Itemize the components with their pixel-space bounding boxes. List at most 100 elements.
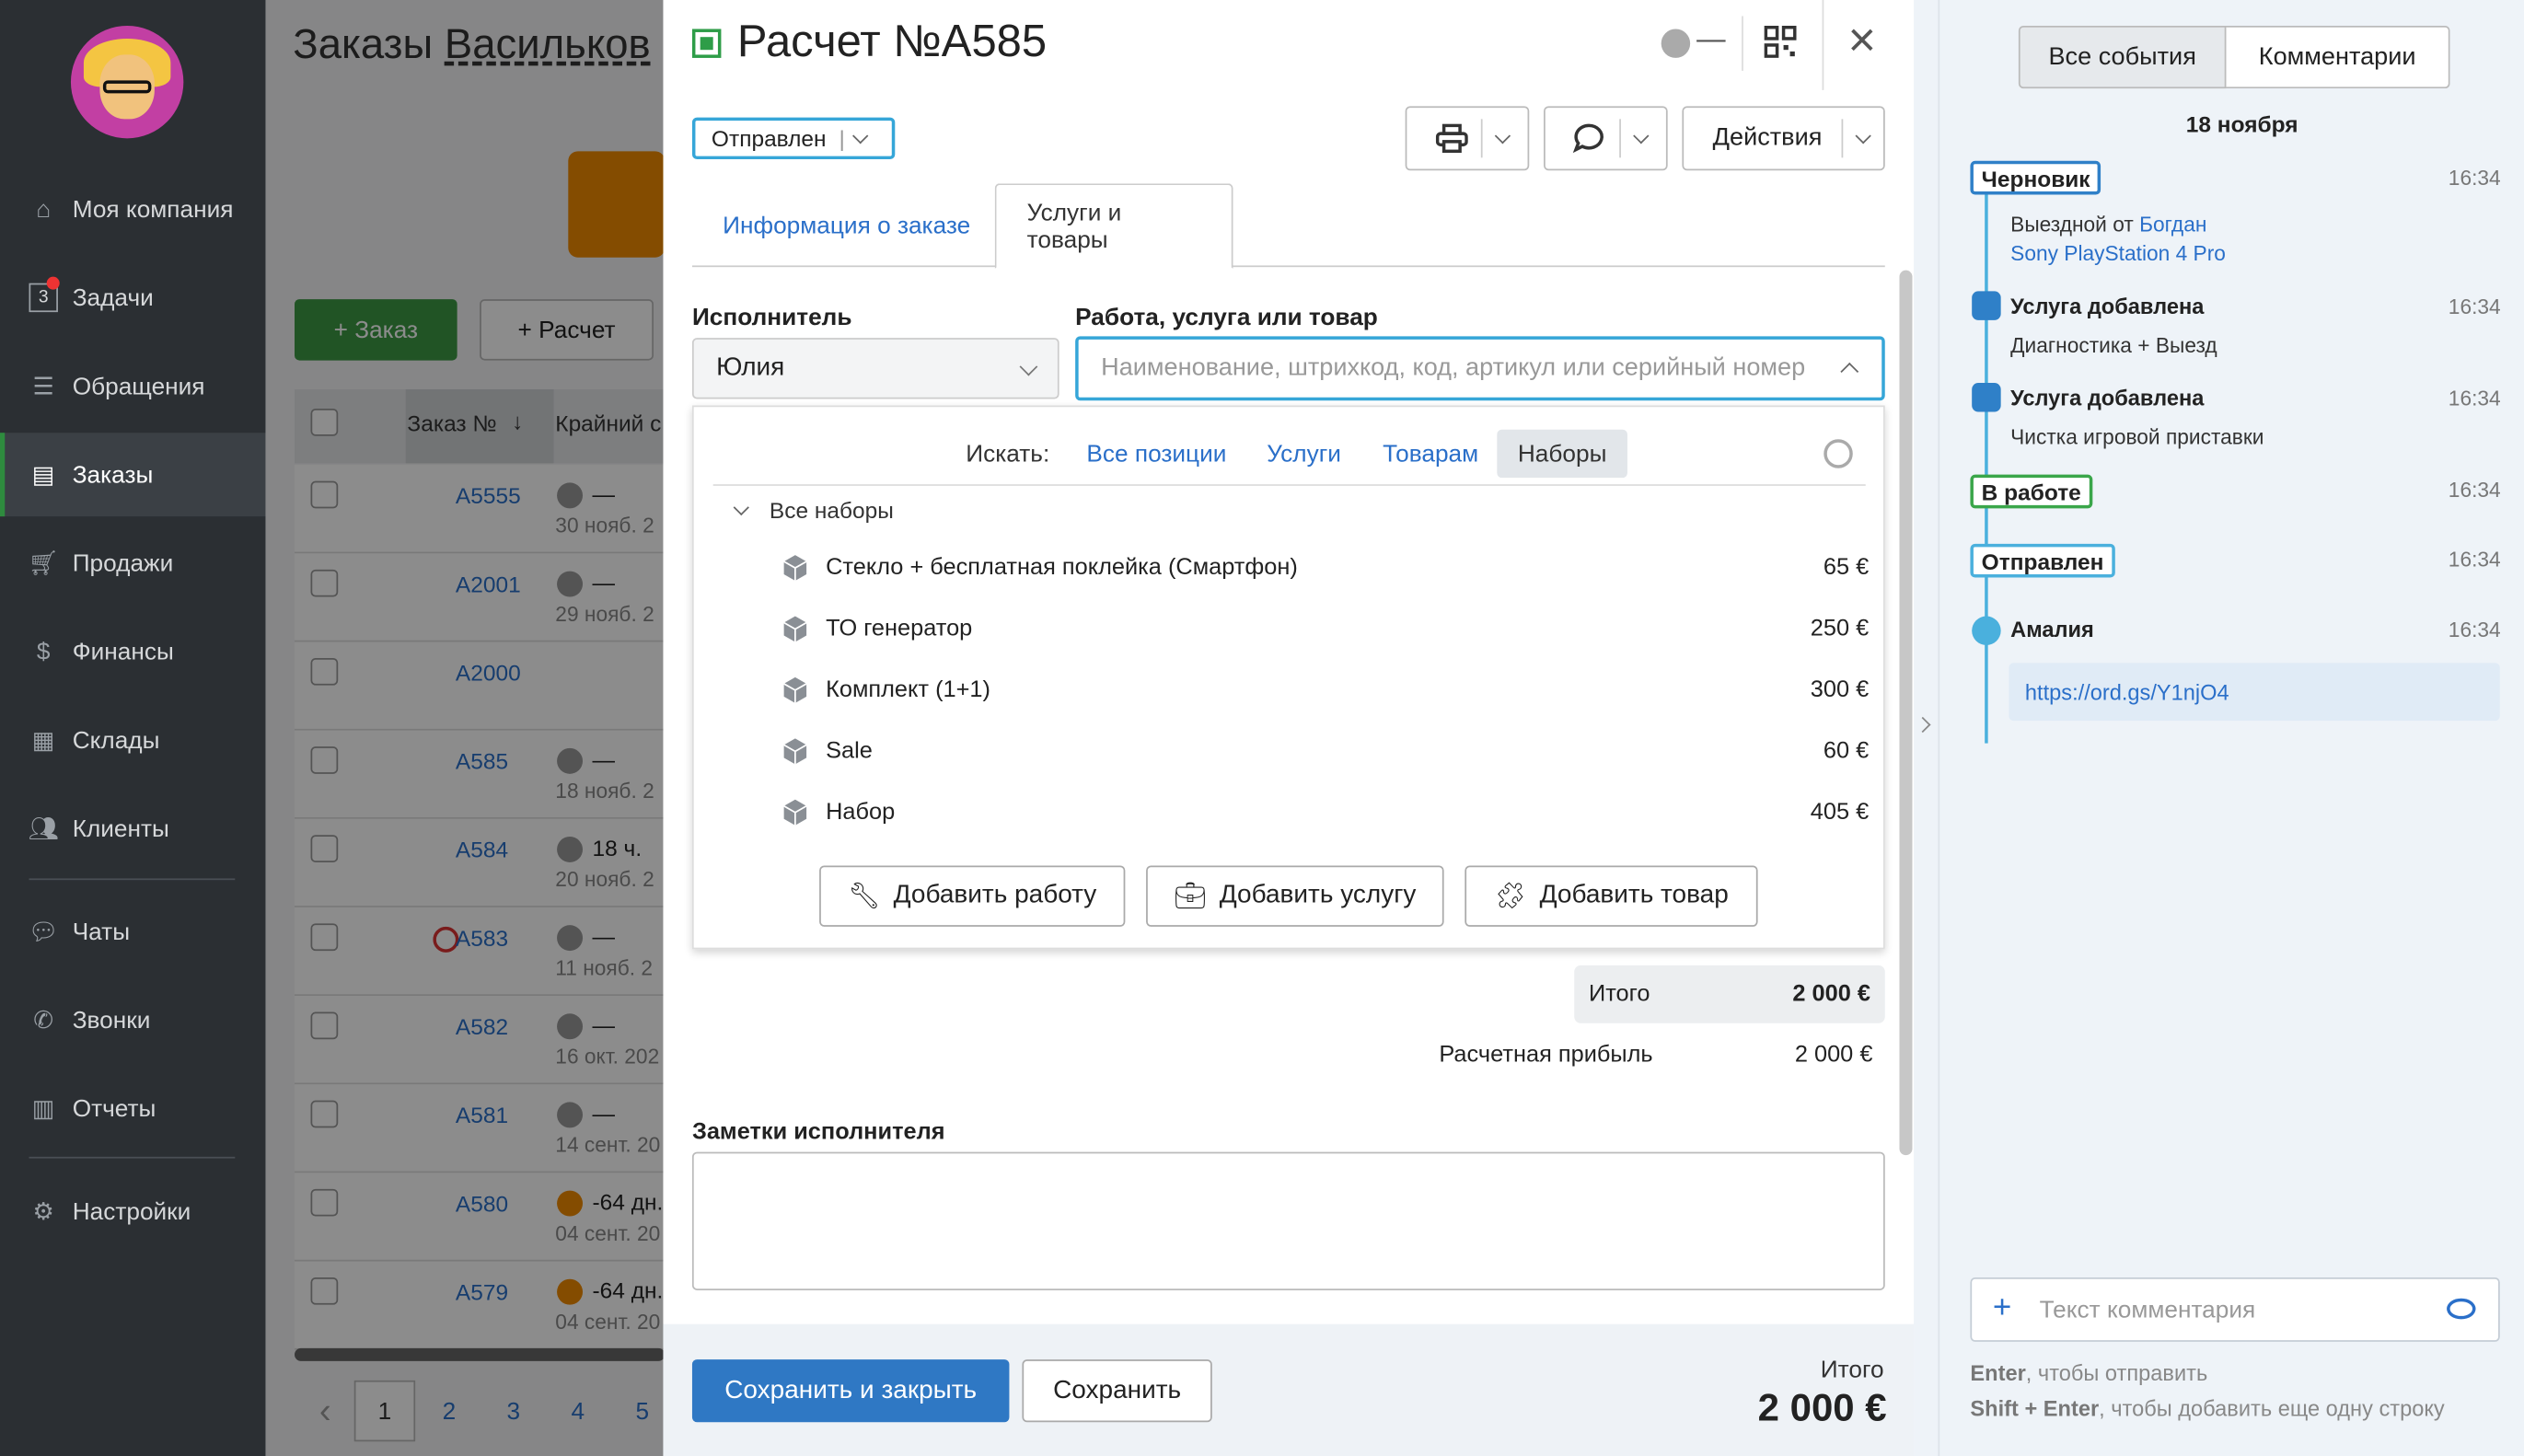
sidebar-item-warehouses[interactable]: ▦ Склады	[0, 699, 266, 782]
item-search-input[interactable]: Наименование, штрихкод, код, артикул или…	[1075, 336, 1885, 401]
box-icon	[783, 676, 807, 703]
kit-item[interactable]: Набор 405 €	[781, 782, 1869, 843]
collapse-panel-toggle[interactable]	[1914, 0, 1940, 1456]
briefcase-icon: 💼︎	[1174, 883, 1207, 911]
device-link[interactable]: Sony PlayStation 4 Pro	[2010, 241, 2226, 265]
kit-item[interactable]: Стекло + бесплатная поклейка (Смартфон) 6…	[781, 537, 1869, 598]
sidebar-item-requests[interactable]: ☰ Обращения	[0, 344, 266, 428]
eye-icon[interactable]	[2447, 1298, 2476, 1320]
orders-icon: ▤	[31, 461, 55, 490]
event-time: 16:34	[2448, 386, 2501, 410]
chevron-down-icon	[733, 498, 749, 515]
tab-all-events[interactable]: Все события	[2018, 25, 2227, 89]
sidebar-divider	[29, 878, 236, 881]
chevron-down-icon[interactable]	[1633, 127, 1650, 144]
group-all-kits[interactable]: Все наборы	[733, 497, 894, 523]
chat-icon: 💬︎	[28, 919, 59, 946]
modal-scrollbar[interactable]	[1899, 270, 1913, 1156]
cart-icon: 🛒︎	[28, 549, 59, 578]
event-status-draft: Черновик	[1970, 160, 2101, 195]
status-select[interactable]: Отправлен |	[691, 117, 896, 160]
inbox-icon: ☰	[32, 373, 54, 401]
timeline-line	[1985, 179, 1988, 744]
add-product-button[interactable]: 🧩︎ Добавить товар	[1465, 865, 1758, 927]
gear-icon: ⚙	[32, 1198, 54, 1227]
sidebar-item-chats[interactable]: 💬︎ Чаты	[0, 890, 266, 974]
notes-textarea[interactable]	[691, 1151, 1885, 1290]
sidebar-item-sales[interactable]: 🛒︎ Продажи	[0, 521, 266, 605]
calc-status-icon	[691, 29, 722, 58]
sidebar-item-clients[interactable]: 👥︎ Клиенты	[0, 787, 266, 871]
total-label: Итого	[1588, 981, 1650, 1008]
chevron-up-icon[interactable]	[1840, 362, 1859, 381]
avatar[interactable]	[70, 25, 184, 139]
print-button[interactable]	[1405, 106, 1530, 171]
event-time: 16:34	[2448, 478, 2501, 503]
kit-item[interactable]: ТО генератор 250 €	[781, 598, 1869, 659]
event-text: Чистка игровой приставки	[2010, 424, 2264, 449]
chevron-down-icon	[1855, 127, 1871, 144]
filter-services[interactable]: Услуги	[1245, 430, 1364, 478]
qr-code-icon[interactable]	[1764, 25, 1797, 58]
kit-price: 405 €	[1810, 799, 1870, 826]
sidebar-item-settings[interactable]: ⚙ Настройки	[0, 1170, 266, 1254]
hint-shift-enter: Shift + Enter, чтобы добавить еще одну с…	[1970, 1396, 2445, 1421]
actions-button[interactable]: Действия	[1682, 106, 1885, 171]
filter-all[interactable]: Все позиции	[1064, 430, 1249, 478]
add-work-button[interactable]: 🔧︎ Добавить работу	[819, 865, 1126, 927]
sidebar-item-orders[interactable]: ▤ Заказы	[0, 433, 266, 517]
sidebar-item-company[interactable]: ⌂ Моя компания	[0, 168, 266, 251]
kit-item[interactable]: Sale 60 €	[781, 721, 1869, 781]
clock-icon[interactable]	[1661, 29, 1691, 58]
modal-overlay[interactable]	[265, 0, 664, 1456]
save-and-close-button[interactable]: Сохранить и закрыть	[691, 1359, 1010, 1423]
hint-enter: Enter, чтобы отправить	[1970, 1360, 2208, 1386]
settings-gear-icon[interactable]	[1824, 439, 1853, 468]
chevron-down-icon[interactable]	[1494, 127, 1511, 144]
tasks-icon: 3	[29, 276, 60, 313]
event-time: 16:34	[2448, 294, 2501, 319]
kit-item[interactable]: Комплект (1+1) 300 €	[781, 660, 1869, 721]
event-time: 16:34	[2448, 547, 2501, 572]
save-button[interactable]: Сохранить	[1022, 1359, 1212, 1423]
comment-input[interactable]: + Текст комментария	[1970, 1277, 2500, 1342]
author-link[interactable]: Богдан	[2139, 213, 2206, 237]
box-icon	[783, 799, 807, 826]
plus-icon[interactable]: +	[1993, 1292, 2011, 1324]
sidebar-item-reports[interactable]: ▥ Отчеты	[0, 1067, 266, 1150]
tab-order-info[interactable]: Информация о заказе	[692, 183, 1001, 267]
kit-price: 300 €	[1810, 676, 1870, 703]
kit-name: Комплект (1+1)	[826, 676, 990, 703]
tab-services-products[interactable]: Услуги и товары	[994, 183, 1233, 269]
modal-title: Расчет №A585	[736, 16, 1048, 66]
deadline-value: —	[1696, 22, 1726, 55]
tasks-badge: 3	[38, 287, 49, 307]
event-text: Выездной от Богдан	[2010, 212, 2207, 237]
phone-icon: ✆	[33, 1007, 54, 1035]
box-icon	[783, 738, 807, 765]
home-icon: ⌂	[36, 195, 52, 224]
printer-icon	[1435, 123, 1468, 154]
speech-bubble-icon	[1572, 123, 1604, 154]
filter-kits[interactable]: Наборы	[1497, 429, 1627, 479]
sidebar-item-finance[interactable]: $ Финансы	[0, 610, 266, 694]
kit-name: Набор	[826, 799, 896, 826]
search-dropdown: Искать: Все позиции Услуги Товарам Набор…	[691, 405, 1885, 950]
message-button[interactable]	[1544, 106, 1668, 171]
tab-comments[interactable]: Комментарии	[2226, 25, 2450, 89]
notes-label: Заметки исполнителя	[691, 1119, 945, 1146]
sidebar-item-tasks[interactable]: 3 Задачи	[0, 256, 266, 340]
footer-total-value: 2 000 €	[1757, 1386, 1887, 1431]
filter-products[interactable]: Товарам	[1360, 430, 1501, 478]
comment-link[interactable]: https://ord.gs/Y1njO4	[2009, 663, 2500, 722]
add-service-button[interactable]: 💼︎ Добавить услугу	[1146, 865, 1444, 927]
executor-select[interactable]: Юлия	[691, 338, 1059, 399]
close-icon[interactable]: ×	[1848, 13, 1877, 71]
event-time: 16:34	[2448, 166, 2501, 191]
briefcase-icon	[1972, 383, 2001, 412]
event-status-sent: Отправлен	[1970, 543, 2115, 578]
modal-tabs: Информация о заказе Услуги и товары	[691, 183, 1885, 269]
chevron-down-icon	[1019, 357, 1038, 376]
sidebar-item-calls[interactable]: ✆ Звонки	[0, 978, 266, 1062]
sidebar: ⌂ Моя компания 3 Задачи ☰ Обращения ▤ Заказы…	[0, 0, 266, 1456]
